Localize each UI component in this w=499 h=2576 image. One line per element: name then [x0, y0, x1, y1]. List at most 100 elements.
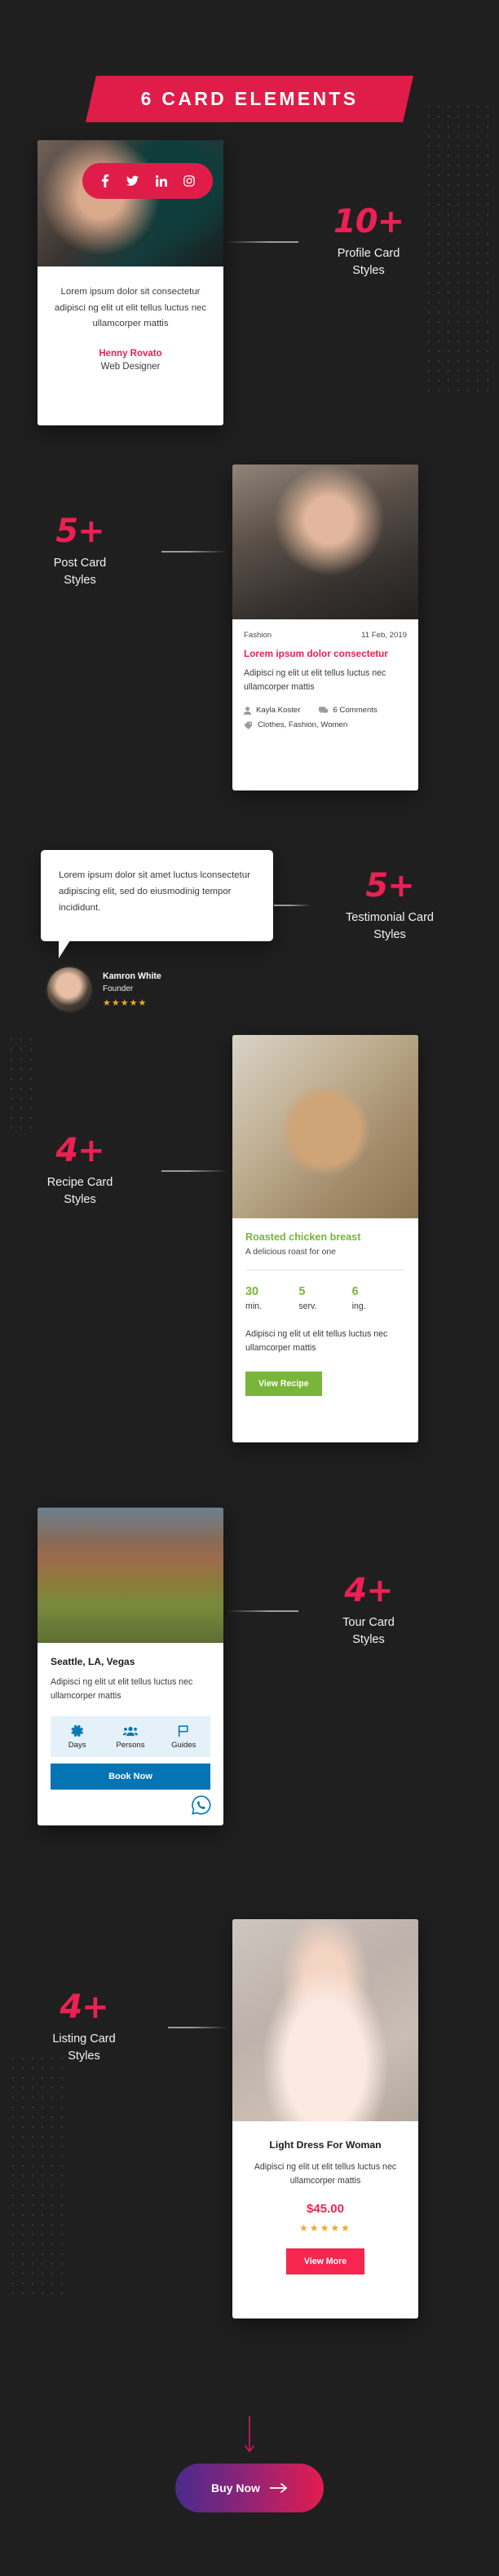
- post-card-photo: [232, 465, 418, 619]
- testimonial-card[interactable]: Lorem ipsum dolor sit amet luctus lconse…: [41, 850, 273, 958]
- tour-feature-persons[interactable]: Persons: [104, 1724, 157, 1750]
- connector-line-tour: [227, 1610, 298, 1612]
- people-icon: [104, 1724, 157, 1737]
- post-card-body: Fashion 11 Feb, 2019 Lorem ipsum dolor c…: [232, 619, 418, 743]
- recipe-description: Adipisci ng elit ut elit tellus luctus n…: [245, 1329, 388, 1353]
- whatsapp-icon[interactable]: [191, 1794, 212, 1816]
- connector-line-listing: [168, 2027, 227, 2028]
- post-comments: 6 Comments: [333, 706, 378, 716]
- recipe-stat: 6 ing.: [352, 1285, 405, 1311]
- callout-testimonial-number: 5+: [365, 867, 414, 905]
- connector-line-testimonial: [274, 905, 311, 906]
- post-tags[interactable]: Clothes, Fashion, Women: [258, 720, 347, 729]
- tour-feature-label: Persons: [116, 1740, 145, 1750]
- dot-pattern-bottom-left: [8, 2054, 68, 2298]
- post-author: Kayla Koster: [256, 706, 301, 716]
- callout-post-caption: Post Card Styles: [53, 557, 107, 587]
- tour-description: Adipisci ng elit ut elit tellus luctus n…: [51, 1677, 193, 1701]
- callout-profile-number: 10+: [333, 203, 404, 240]
- recipe-stat-value: 5: [298, 1285, 306, 1298]
- dot-pattern-top-right: [424, 102, 494, 395]
- recipe-stat-value: 6: [351, 1285, 359, 1298]
- callout-testimonial: 5+ Testimonial Card Styles: [316, 870, 463, 943]
- instagram-icon[interactable]: [183, 175, 195, 187]
- ribbon-shape: 6 CARD ELEMENTS: [86, 76, 413, 122]
- tour-feature-days[interactable]: Days: [51, 1724, 104, 1750]
- connector-line-profile: [227, 241, 298, 243]
- recipe-stat: 30 min.: [245, 1285, 298, 1311]
- linkedin-icon[interactable]: [155, 175, 167, 187]
- post-author-row: Kayla Koster 6 Comments: [244, 706, 407, 715]
- view-more-button[interactable]: View More: [285, 2248, 365, 2274]
- callout-post: 5+ Post Card Styles: [15, 515, 145, 588]
- gear-icon: [51, 1724, 104, 1737]
- listing-description: Adipisci ng elit ut elit tellus luctus n…: [254, 2162, 397, 2186]
- user-icon: [244, 707, 251, 715]
- profile-description: Lorem ipsum dolor sit consectetur adipis…: [54, 287, 207, 329]
- tour-feature-label: Guides: [171, 1740, 197, 1750]
- listing-card[interactable]: Light Dress For Woman Adipisci ng elit u…: [232, 1919, 418, 2318]
- view-recipe-button[interactable]: View Recipe: [245, 1371, 322, 1396]
- recipe-stat-label: serv.: [298, 1301, 317, 1311]
- social-links-bar[interactable]: [82, 163, 213, 199]
- twitter-icon[interactable]: [126, 175, 139, 187]
- recipe-card-body: Roasted chicken breast A delicious roast…: [232, 1218, 418, 1411]
- buy-now-button[interactable]: Buy Now: [175, 2464, 324, 2512]
- profile-card-body: Lorem ipsum dolor sit consectetur adipis…: [38, 266, 223, 391]
- tour-title: Seattle, LA, Vegas: [51, 1656, 135, 1667]
- callout-listing: 4+ Listing Card Styles: [15, 1991, 153, 2064]
- testimonial-author-block: Kamron White Founder ★★★★★: [47, 967, 161, 1011]
- callout-recipe-number: 4+: [55, 1132, 104, 1169]
- callout-post-number: 5+: [55, 513, 104, 550]
- tour-feature-label: Days: [68, 1740, 86, 1750]
- tour-feature-guides[interactable]: Guides: [157, 1724, 210, 1750]
- connector-line-recipe: [161, 1170, 227, 1172]
- facebook-icon[interactable]: [100, 174, 110, 187]
- callout-profile-caption: Profile Card Styles: [337, 247, 400, 277]
- listing-card-body: Light Dress For Woman Adipisci ng elit u…: [232, 2121, 418, 2294]
- poster-page: 6 CARD ELEMENTS Lorem ipsum dolor sit co…: [0, 0, 499, 2576]
- arrow-down-icon: [243, 2416, 256, 2455]
- profile-card-photo: [38, 140, 223, 266]
- tag-icon: [244, 721, 253, 729]
- testimonial-role: Founder: [103, 984, 134, 993]
- post-footer: Kayla Koster 6 Comments Clothes, Fashion…: [244, 706, 407, 729]
- post-card[interactable]: Fashion 11 Feb, 2019 Lorem ipsum dolor c…: [232, 465, 418, 790]
- tour-card-photo: [38, 1508, 223, 1643]
- tour-features: Days Persons Guides: [51, 1715, 210, 1757]
- callout-listing-caption: Listing Card Styles: [52, 2032, 116, 2063]
- recipe-card-photo: [232, 1035, 418, 1218]
- arrow-right-icon: [269, 2482, 288, 2494]
- post-description: Adipisci ng elit ut elit tellus luctus n…: [244, 668, 386, 693]
- post-title[interactable]: Lorem ipsum dolor consectetur: [244, 648, 407, 659]
- callout-tour-caption: Tour Card Styles: [342, 1616, 395, 1646]
- flag-icon: [157, 1724, 210, 1737]
- recipe-stats: 30 min. 5 serv. 6 ing.: [245, 1285, 405, 1311]
- callout-listing-number: 4+: [60, 1988, 108, 2026]
- post-tags-row: Clothes, Fashion, Women: [244, 720, 407, 729]
- testimonial-name: Kamron White: [103, 971, 161, 981]
- callout-tour: 4+ Tour Card Styles: [303, 1574, 434, 1648]
- callout-tour-number: 4+: [344, 1572, 393, 1609]
- listing-rating-stars: ★★★★★: [299, 2222, 351, 2234]
- comment-icon: [319, 707, 329, 715]
- post-date: 11 Feb, 2019: [361, 631, 407, 640]
- testimonial-author-info: Kamron White Founder ★★★★★: [103, 971, 161, 1008]
- recipe-stat-value: 30: [245, 1285, 259, 1298]
- callout-testimonial-caption: Testimonial Card Styles: [346, 911, 434, 941]
- recipe-subtitle: A delicious roast for one: [245, 1248, 336, 1257]
- tour-card-body: Seattle, LA, Vegas Adipisci ng elit ut e…: [38, 1643, 223, 1801]
- avatar: [47, 967, 91, 1011]
- recipe-card[interactable]: Roasted chicken breast A delicious roast…: [232, 1035, 418, 1442]
- recipe-title: Roasted chicken breast: [245, 1231, 361, 1243]
- listing-price: $45.00: [307, 2201, 344, 2216]
- recipe-stat-label: min.: [245, 1301, 263, 1311]
- profile-role: Web Designer: [100, 361, 161, 372]
- page-title: 6 CARD ELEMENTS: [140, 88, 359, 109]
- callout-recipe: 4+ Recipe Card Styles: [15, 1134, 145, 1208]
- book-now-button[interactable]: Book Now: [51, 1763, 210, 1790]
- profile-name: Henny Rovato: [99, 348, 162, 359]
- testimonial-rating-stars: ★★★★★: [103, 997, 148, 1008]
- post-category[interactable]: Fashion: [244, 631, 272, 640]
- tour-card[interactable]: Seattle, LA, Vegas Adipisci ng elit ut e…: [38, 1508, 223, 1825]
